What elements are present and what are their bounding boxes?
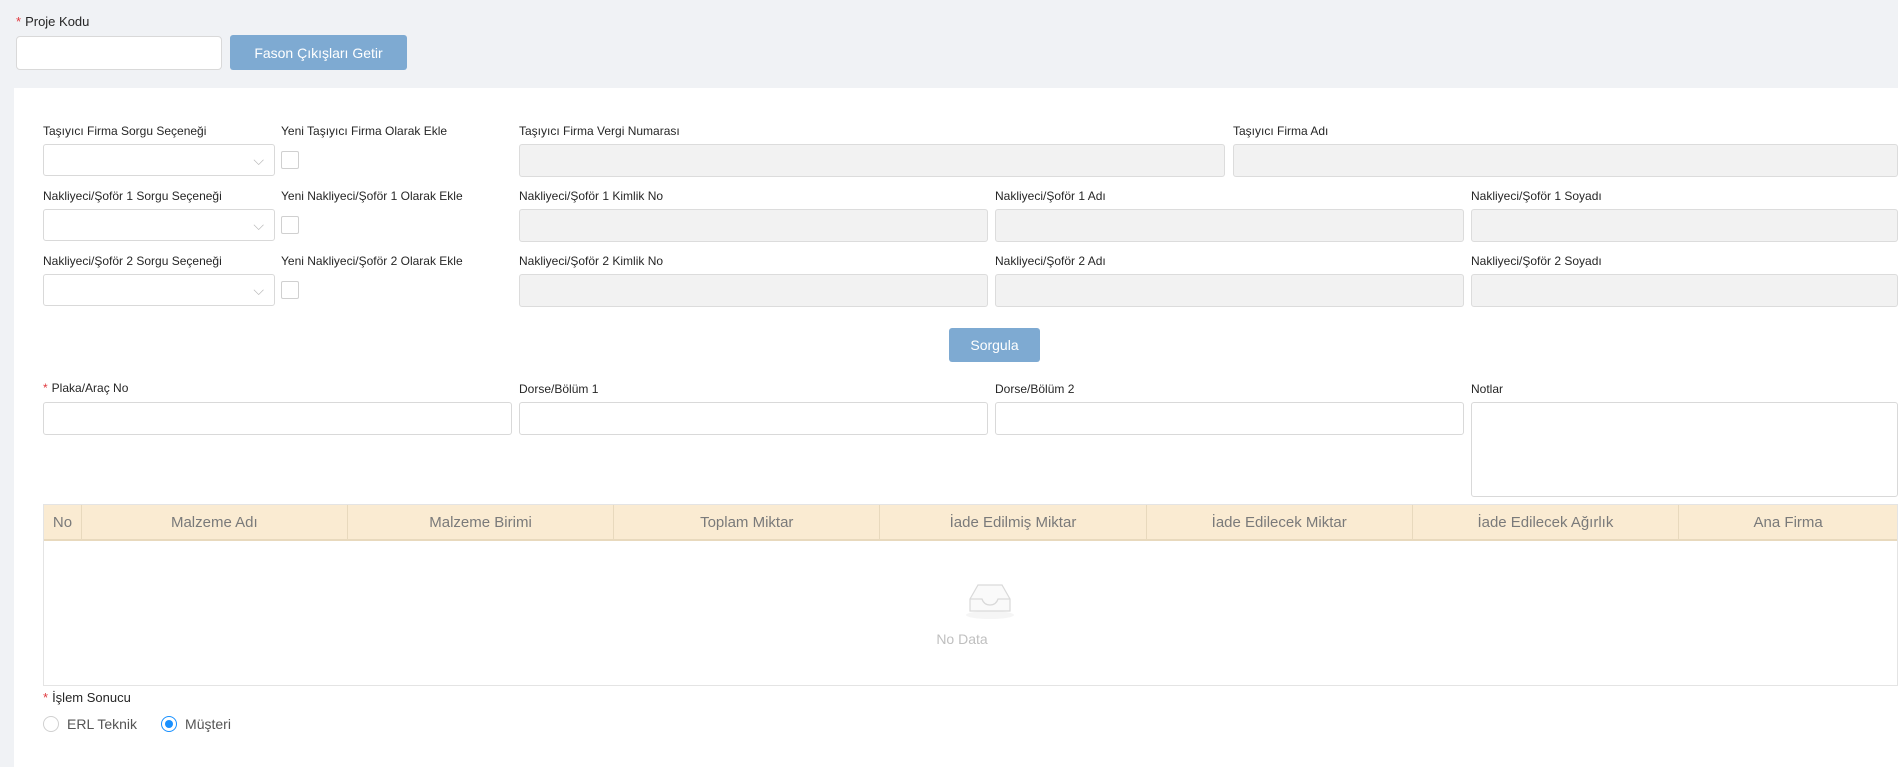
carrier-query-option-select[interactable]: ⌵: [43, 144, 275, 176]
project-code-label: * Proje Kodu: [16, 14, 90, 29]
chevron-down-icon: ⌵: [253, 152, 264, 168]
column-header-to-return-quantity: İade Edilecek Miktar: [1147, 505, 1413, 539]
column-header-no: No: [44, 505, 82, 539]
carrier-add-new-label: Yeni Taşıyıcı Firma Olarak Ekle: [281, 124, 448, 138]
driver1-id-label: Nakliyeci/Şoför 1 Kimlik No: [519, 189, 664, 203]
chevron-down-icon: ⌵: [253, 282, 264, 298]
driver2-name-label: Nakliyeci/Şoför 2 Adı: [995, 254, 1106, 268]
result-label: * İşlem Sonucu: [43, 690, 131, 705]
column-header-main-company: Ana Firma: [1753, 513, 1823, 531]
query-button[interactable]: Sorgula: [949, 328, 1040, 362]
table-header: No Malzeme Adı Malzeme Birimi Toplam Mik…: [44, 505, 1897, 541]
driver1-query-option-label: Nakliyeci/Şoför 1 Sorgu Seçeneği: [43, 189, 222, 203]
carrier-add-new-checkbox[interactable]: [281, 151, 299, 169]
column-header-material-name: Malzeme Adı: [82, 505, 348, 539]
carrier-tax-no-input[interactable]: [519, 144, 1225, 177]
trailer1-input[interactable]: [519, 402, 988, 435]
column-header-total-quantity: Toplam Miktar: [614, 505, 881, 539]
radio-musteri-label[interactable]: Müşteri: [185, 716, 231, 732]
driver1-id-input[interactable]: [519, 209, 988, 242]
column-header-returned-quantity: İade Edilmiş Miktar: [880, 505, 1147, 539]
radio-erl-teknik-label[interactable]: ERL Teknik: [67, 716, 137, 732]
notes-label: Notlar: [1471, 382, 1504, 396]
radio-erl-teknik[interactable]: [43, 716, 59, 732]
fetch-subcontract-button[interactable]: Fason Çıkışları Getir: [230, 35, 407, 70]
driver1-name-input[interactable]: [995, 209, 1464, 242]
inbox-empty-icon: [966, 584, 1014, 619]
project-code-input[interactable]: [16, 36, 222, 70]
column-header-to-return-weight: İade Edilecek Ağırlık: [1413, 505, 1680, 539]
driver2-add-new-label: Yeni Nakliyeci/Şoför 2 Olarak Ekle: [281, 254, 463, 268]
carrier-query-option-label: Taşıyıcı Firma Sorgu Seçeneği: [43, 124, 207, 138]
carrier-tax-no-label: Taşıyıcı Firma Vergi Numarası: [519, 124, 680, 138]
carrier-name-input[interactable]: [1233, 144, 1898, 177]
driver1-surname-label: Nakliyeci/Şoför 1 Soyadı: [1471, 189, 1602, 203]
driver1-name-label: Nakliyeci/Şoför 1 Adı: [995, 189, 1106, 203]
driver2-add-new-checkbox[interactable]: [281, 281, 299, 299]
materials-table: No Malzeme Adı Malzeme Birimi Toplam Mik…: [43, 504, 1898, 686]
driver2-id-label: Nakliyeci/Şoför 2 Kimlik No: [519, 254, 664, 268]
driver2-name-input[interactable]: [995, 274, 1464, 307]
top-bar: * Proje Kodu Fason Çıkışları Getir: [0, 0, 1898, 88]
driver1-query-option-select[interactable]: ⌵: [43, 209, 275, 241]
column-header-material-unit: Malzeme Birimi: [348, 505, 615, 539]
trailer2-input[interactable]: [995, 402, 1464, 435]
driver2-query-option-label: Nakliyeci/Şoför 2 Sorgu Seçeneği: [43, 254, 222, 268]
driver2-query-option-select[interactable]: ⌵: [43, 274, 275, 306]
trailer1-label: Dorse/Bölüm 1: [519, 382, 599, 396]
notes-textarea[interactable]: [1471, 402, 1898, 497]
driver2-surname-input[interactable]: [1471, 274, 1898, 307]
radio-musteri[interactable]: [161, 716, 178, 732]
plate-input[interactable]: [43, 402, 512, 435]
chevron-down-icon: ⌵: [253, 217, 264, 233]
result-radio-group: ERL Teknik Müşteri: [43, 716, 255, 732]
driver1-surname-input[interactable]: [1471, 209, 1898, 242]
trailer2-label: Dorse/Bölüm 2: [995, 382, 1075, 396]
driver2-id-input[interactable]: [519, 274, 988, 307]
driver2-surname-label: Nakliyeci/Şoför 2 Soyadı: [1471, 254, 1602, 268]
plate-label: * Plaka/Araç No: [43, 381, 129, 395]
driver1-add-new-label: Yeni Nakliyeci/Şoför 1 Olarak Ekle: [281, 189, 463, 203]
carrier-name-label: Taşıyıcı Firma Adı: [1233, 124, 1329, 138]
driver1-add-new-checkbox[interactable]: [281, 216, 299, 234]
empty-text: No Data: [936, 631, 988, 647]
